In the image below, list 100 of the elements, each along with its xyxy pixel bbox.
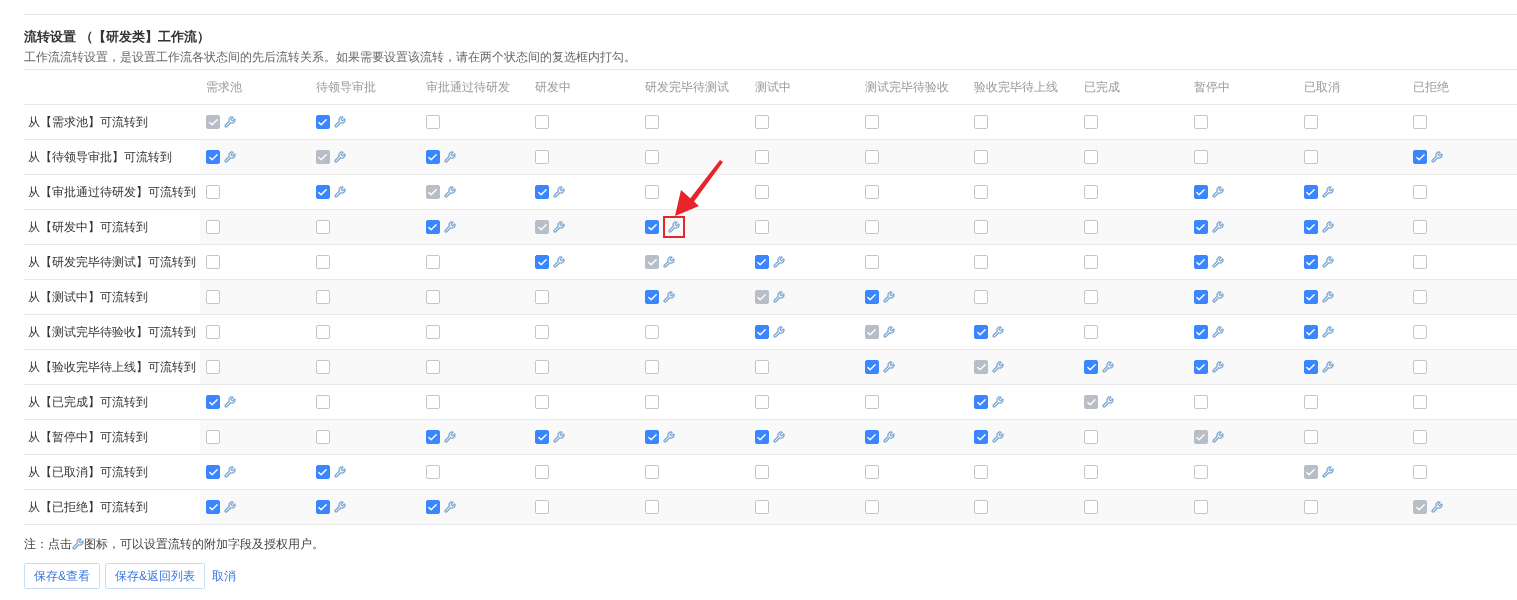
checkbox[interactable] (315, 360, 330, 374)
wrench-icon[interactable] (1431, 151, 1444, 163)
wrench-icon[interactable] (333, 116, 346, 128)
checkbox[interactable] (1193, 325, 1208, 339)
checkbox[interactable] (1193, 395, 1208, 409)
wrench-icon[interactable] (1211, 186, 1224, 198)
checkbox[interactable] (535, 255, 550, 269)
wrench-icon[interactable] (333, 501, 346, 513)
checkbox[interactable] (864, 150, 879, 164)
checkbox[interactable] (864, 290, 879, 304)
checkbox[interactable] (1303, 290, 1318, 304)
checkbox[interactable] (1084, 115, 1098, 129)
checkbox[interactable] (864, 220, 879, 234)
checkbox[interactable] (645, 430, 659, 444)
checkbox[interactable] (1413, 430, 1428, 444)
checkbox[interactable] (535, 395, 550, 409)
wrench-icon[interactable] (882, 291, 895, 303)
checkbox[interactable] (206, 185, 220, 199)
checkbox[interactable] (1193, 465, 1208, 479)
checkbox[interactable] (535, 290, 550, 304)
checkbox[interactable] (1303, 395, 1318, 409)
checkbox[interactable] (1413, 150, 1428, 164)
checkbox[interactable] (315, 255, 330, 269)
checkbox[interactable] (425, 395, 440, 409)
checkbox[interactable] (1303, 500, 1318, 514)
checkbox[interactable] (1084, 360, 1098, 374)
checkbox[interactable] (425, 430, 440, 444)
checkbox[interactable] (425, 325, 440, 339)
checkbox[interactable] (206, 360, 220, 374)
wrench-icon[interactable] (1211, 256, 1224, 268)
wrench-icon[interactable] (992, 396, 1005, 408)
wrench-icon[interactable] (333, 466, 346, 478)
checkbox[interactable] (1084, 500, 1098, 514)
checkbox[interactable] (974, 430, 989, 444)
wrench-icon[interactable] (663, 291, 675, 303)
checkbox[interactable] (974, 290, 989, 304)
checkbox[interactable] (645, 290, 659, 304)
wrench-icon[interactable] (992, 431, 1005, 443)
wrench-icon[interactable] (663, 256, 675, 268)
wrench-icon[interactable] (1321, 221, 1334, 233)
checkbox[interactable] (206, 430, 220, 444)
wrench-icon[interactable] (1211, 361, 1224, 373)
wrench-icon[interactable] (882, 361, 895, 373)
checkbox[interactable] (315, 500, 330, 514)
checkbox[interactable] (1413, 220, 1428, 234)
wrench-icon[interactable] (1321, 291, 1334, 303)
wrench-icon[interactable] (1211, 326, 1224, 338)
checkbox[interactable] (974, 220, 989, 234)
checkbox[interactable] (535, 115, 550, 129)
wrench-icon[interactable] (553, 431, 566, 443)
checkbox[interactable] (1413, 290, 1428, 304)
checkbox[interactable] (315, 115, 330, 129)
checkbox[interactable] (645, 150, 659, 164)
wrench-icon[interactable] (224, 396, 236, 408)
checkbox[interactable] (1303, 325, 1318, 339)
checkbox[interactable] (1413, 360, 1428, 374)
checkbox[interactable] (754, 185, 769, 199)
wrench-icon[interactable] (443, 186, 456, 198)
wrench-icon[interactable] (1321, 326, 1334, 338)
checkbox[interactable] (1303, 115, 1318, 129)
wrench-icon[interactable] (1102, 361, 1114, 373)
checkbox[interactable] (645, 325, 659, 339)
checkbox[interactable] (1303, 150, 1318, 164)
wrench-icon[interactable] (1321, 361, 1334, 373)
checkbox[interactable] (864, 360, 879, 374)
wrench-icon[interactable] (668, 221, 680, 233)
checkbox[interactable] (754, 500, 769, 514)
checkbox[interactable] (754, 465, 769, 479)
checkbox[interactable] (315, 465, 330, 479)
checkbox[interactable] (754, 255, 769, 269)
checkbox[interactable] (315, 185, 330, 199)
checkbox[interactable] (425, 150, 440, 164)
checkbox[interactable] (1413, 115, 1428, 129)
checkbox[interactable] (206, 500, 220, 514)
checkbox[interactable] (1413, 185, 1428, 199)
checkbox[interactable] (425, 290, 440, 304)
checkbox[interactable] (315, 325, 330, 339)
checkbox[interactable] (754, 360, 769, 374)
checkbox[interactable] (864, 465, 879, 479)
checkbox[interactable] (1084, 465, 1098, 479)
checkbox[interactable] (1193, 220, 1208, 234)
checkbox[interactable] (864, 395, 879, 409)
checkbox[interactable] (1084, 290, 1098, 304)
checkbox[interactable] (206, 220, 220, 234)
checkbox[interactable] (754, 430, 769, 444)
checkbox[interactable] (974, 325, 989, 339)
checkbox[interactable] (974, 115, 989, 129)
checkbox[interactable] (974, 185, 989, 199)
checkbox[interactable] (1303, 430, 1318, 444)
wrench-icon[interactable] (1211, 291, 1224, 303)
checkbox[interactable] (1084, 185, 1098, 199)
wrench-icon[interactable] (1211, 431, 1224, 443)
wrench-icon[interactable] (772, 291, 785, 303)
checkbox[interactable] (1084, 220, 1098, 234)
checkbox[interactable] (864, 255, 879, 269)
checkbox[interactable] (645, 185, 659, 199)
checkbox[interactable] (645, 500, 659, 514)
checkbox[interactable] (1303, 185, 1318, 199)
save-button[interactable]: 保存&查看 (24, 563, 100, 589)
checkbox[interactable] (645, 465, 659, 479)
